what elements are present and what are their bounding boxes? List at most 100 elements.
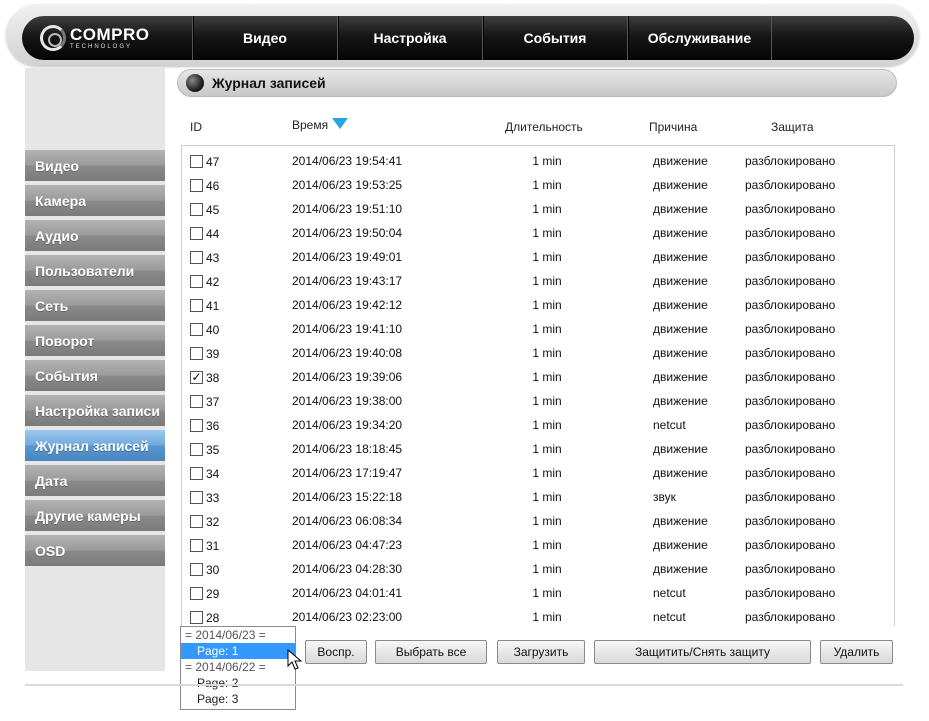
logo-sub-text: TECHNOLOGY: [70, 44, 133, 50]
table-row[interactable]: 31 2014/06/23 04:47:23 1 min движение разбло…: [182, 532, 894, 556]
dropdown-option[interactable]: Page: 2: [181, 675, 295, 691]
table-row[interactable]: 42 2014/06/23 19:43:17 1 min движение разбло…: [182, 268, 894, 292]
cell-reason: движение: [653, 562, 708, 576]
row-checkbox[interactable]: [190, 563, 203, 576]
table-row[interactable]: 45 2014/06/23 19:51:10 1 min движение разбло…: [182, 196, 894, 220]
row-checkbox[interactable]: [190, 227, 203, 240]
column-header-duration[interactable]: Длительность: [505, 120, 583, 134]
dropdown-group-label: = 2014/06/23 =: [185, 628, 266, 642]
sidebar-item-date[interactable]: Дата: [25, 465, 165, 496]
sidebar-item-osd[interactable]: OSD: [25, 535, 165, 566]
table-row[interactable]: 32 2014/06/23 06:08:34 1 min движение разбло…: [182, 508, 894, 532]
row-checkbox[interactable]: [190, 611, 203, 624]
sidebar-item-audio[interactable]: Аудио: [25, 220, 165, 251]
row-checkbox[interactable]: [190, 539, 203, 552]
cell-protection: разблокировано: [745, 274, 836, 288]
row-checkbox[interactable]: [190, 491, 203, 504]
column-header-reason[interactable]: Причина: [649, 120, 697, 134]
row-checkbox[interactable]: [190, 275, 203, 288]
table-row[interactable]: 37 2014/06/23 19:38:00 1 min движение разбло…: [182, 388, 894, 412]
table-row[interactable]: 34 2014/06/23 17:19:47 1 min движение разбло…: [182, 460, 894, 484]
row-checkbox[interactable]: [190, 323, 203, 336]
cell-duration: 1 min: [532, 226, 562, 240]
row-checkbox[interactable]: [190, 251, 203, 264]
dropdown-option[interactable]: Page: 1: [181, 643, 295, 659]
table-row[interactable]: 35 2014/06/23 18:18:45 1 min движение разбло…: [182, 436, 894, 460]
cell-id: 32: [206, 515, 220, 529]
section-bullet-icon: [186, 74, 204, 92]
table-row[interactable]: 39 2014/06/23 19:40:08 1 min движение разбло…: [182, 340, 894, 364]
table-row[interactable]: 36 2014/06/23 19:34:20 1 min netcut разблоки…: [182, 412, 894, 436]
dropdown-option[interactable]: Page: 3: [181, 691, 295, 707]
row-checkbox[interactable]: [190, 203, 203, 216]
download-button[interactable]: Загрузить: [497, 640, 585, 664]
table-row[interactable]: ✓ 38 2014/06/23 19:39:06 1 min движение разбл…: [182, 364, 894, 388]
cell-time: 2014/06/23 19:38:00: [292, 394, 403, 408]
column-header-protection[interactable]: Защита: [771, 120, 814, 134]
page-select-dropdown[interactable]: = 2014/06/23 = Page: 1 = 2014/06/22 = Page:…: [180, 626, 296, 710]
table-row[interactable]: 43 2014/06/23 19:49:01 1 min движение разбло…: [182, 244, 894, 268]
row-checkbox[interactable]: [190, 587, 203, 600]
cell-reason: звук: [653, 490, 676, 504]
table-row[interactable]: 30 2014/06/23 04:28:30 1 min движение разбло…: [182, 556, 894, 580]
nav-events[interactable]: События: [482, 16, 627, 60]
play-button[interactable]: Воспр.: [305, 640, 367, 664]
cell-reason: движение: [653, 442, 708, 456]
cell-time: 2014/06/23 19:51:10: [292, 202, 403, 216]
nav-video[interactable]: Видео: [192, 16, 337, 60]
cell-protection: разблокировано: [745, 322, 836, 336]
nav-settings[interactable]: Настройка: [337, 16, 482, 60]
cell-time: 2014/06/23 19:54:41: [292, 154, 403, 168]
table-row[interactable]: 41 2014/06/23 19:42:12 1 min движение разбло…: [182, 292, 894, 316]
column-header-time[interactable]: Время: [292, 118, 349, 132]
cell-protection: разблокировано: [745, 154, 836, 168]
row-checkbox[interactable]: [190, 155, 203, 168]
nav-maintenance[interactable]: Обслуживание: [627, 16, 772, 60]
protect-toggle-button[interactable]: Защитить/Снять защиту: [594, 640, 811, 664]
row-checkbox[interactable]: [190, 299, 203, 312]
row-checkbox[interactable]: [190, 467, 203, 480]
table-row[interactable]: 33 2014/06/23 15:22:18 1 min звук разблокиро…: [182, 484, 894, 508]
sidebar-item-pan-tilt[interactable]: Поворот: [25, 325, 165, 356]
sidebar-item-record-log[interactable]: Журнал записей: [25, 430, 165, 461]
cell-reason: netcut: [653, 610, 686, 624]
table-row[interactable]: 29 2014/06/23 04:01:41 1 min netcut разблоки…: [182, 580, 894, 604]
sidebar-item-other-cameras[interactable]: Другие камеры: [25, 500, 165, 531]
sidebar-item-video[interactable]: Видео: [25, 150, 165, 181]
table-row[interactable]: 40 2014/06/23 19:41:10 1 min движение разбло…: [182, 316, 894, 340]
sidebar-item-events[interactable]: События: [25, 360, 165, 391]
table-row[interactable]: 44 2014/06/23 19:50:04 1 min движение разбло…: [182, 220, 894, 244]
table-row[interactable]: 28 2014/06/23 02:23:00 1 min netcut разблоки…: [182, 604, 894, 626]
cell-id: 45: [206, 203, 220, 217]
cell-protection: разблокировано: [745, 250, 836, 264]
sort-descending-icon[interactable]: [332, 118, 349, 130]
cell-id: 46: [206, 179, 220, 193]
delete-button[interactable]: Удалить: [820, 640, 893, 664]
cell-duration: 1 min: [532, 538, 562, 552]
compro-logo-icon: [40, 25, 66, 51]
sidebar-item-record-settings[interactable]: Настройка записи: [25, 395, 165, 426]
row-checkbox[interactable]: [190, 515, 203, 528]
sidebar-item-camera[interactable]: Камера: [25, 185, 165, 216]
cell-time: 2014/06/23 19:40:08: [292, 346, 403, 360]
row-checkbox[interactable]: ✓: [190, 371, 203, 384]
cell-duration: 1 min: [532, 442, 562, 456]
row-checkbox[interactable]: [190, 347, 203, 360]
sidebar-item-users[interactable]: Пользователи: [25, 255, 165, 286]
table-row[interactable]: 46 2014/06/23 19:53:25 1 min движение разбло…: [182, 172, 894, 196]
select-all-button[interactable]: Выбрать все: [375, 640, 487, 664]
column-header-id[interactable]: ID: [190, 120, 202, 134]
cell-duration: 1 min: [532, 322, 562, 336]
table-row[interactable]: 47 2014/06/23 19:54:41 1 min движение разбло…: [182, 148, 894, 172]
cell-id: 41: [206, 299, 220, 313]
cell-reason: netcut: [653, 586, 686, 600]
top-navigation-bar: COMPRO TECHNOLOGY Видео Настройка Событи…: [22, 16, 914, 60]
row-checkbox[interactable]: [190, 179, 203, 192]
row-checkbox[interactable]: [190, 419, 203, 432]
row-checkbox[interactable]: [190, 443, 203, 456]
row-checkbox[interactable]: [190, 395, 203, 408]
sidebar-item-network[interactable]: Сеть: [25, 290, 165, 321]
cell-time: 2014/06/23 04:47:23: [292, 538, 403, 552]
cell-duration: 1 min: [532, 178, 562, 192]
cell-protection: разблокировано: [745, 370, 836, 384]
